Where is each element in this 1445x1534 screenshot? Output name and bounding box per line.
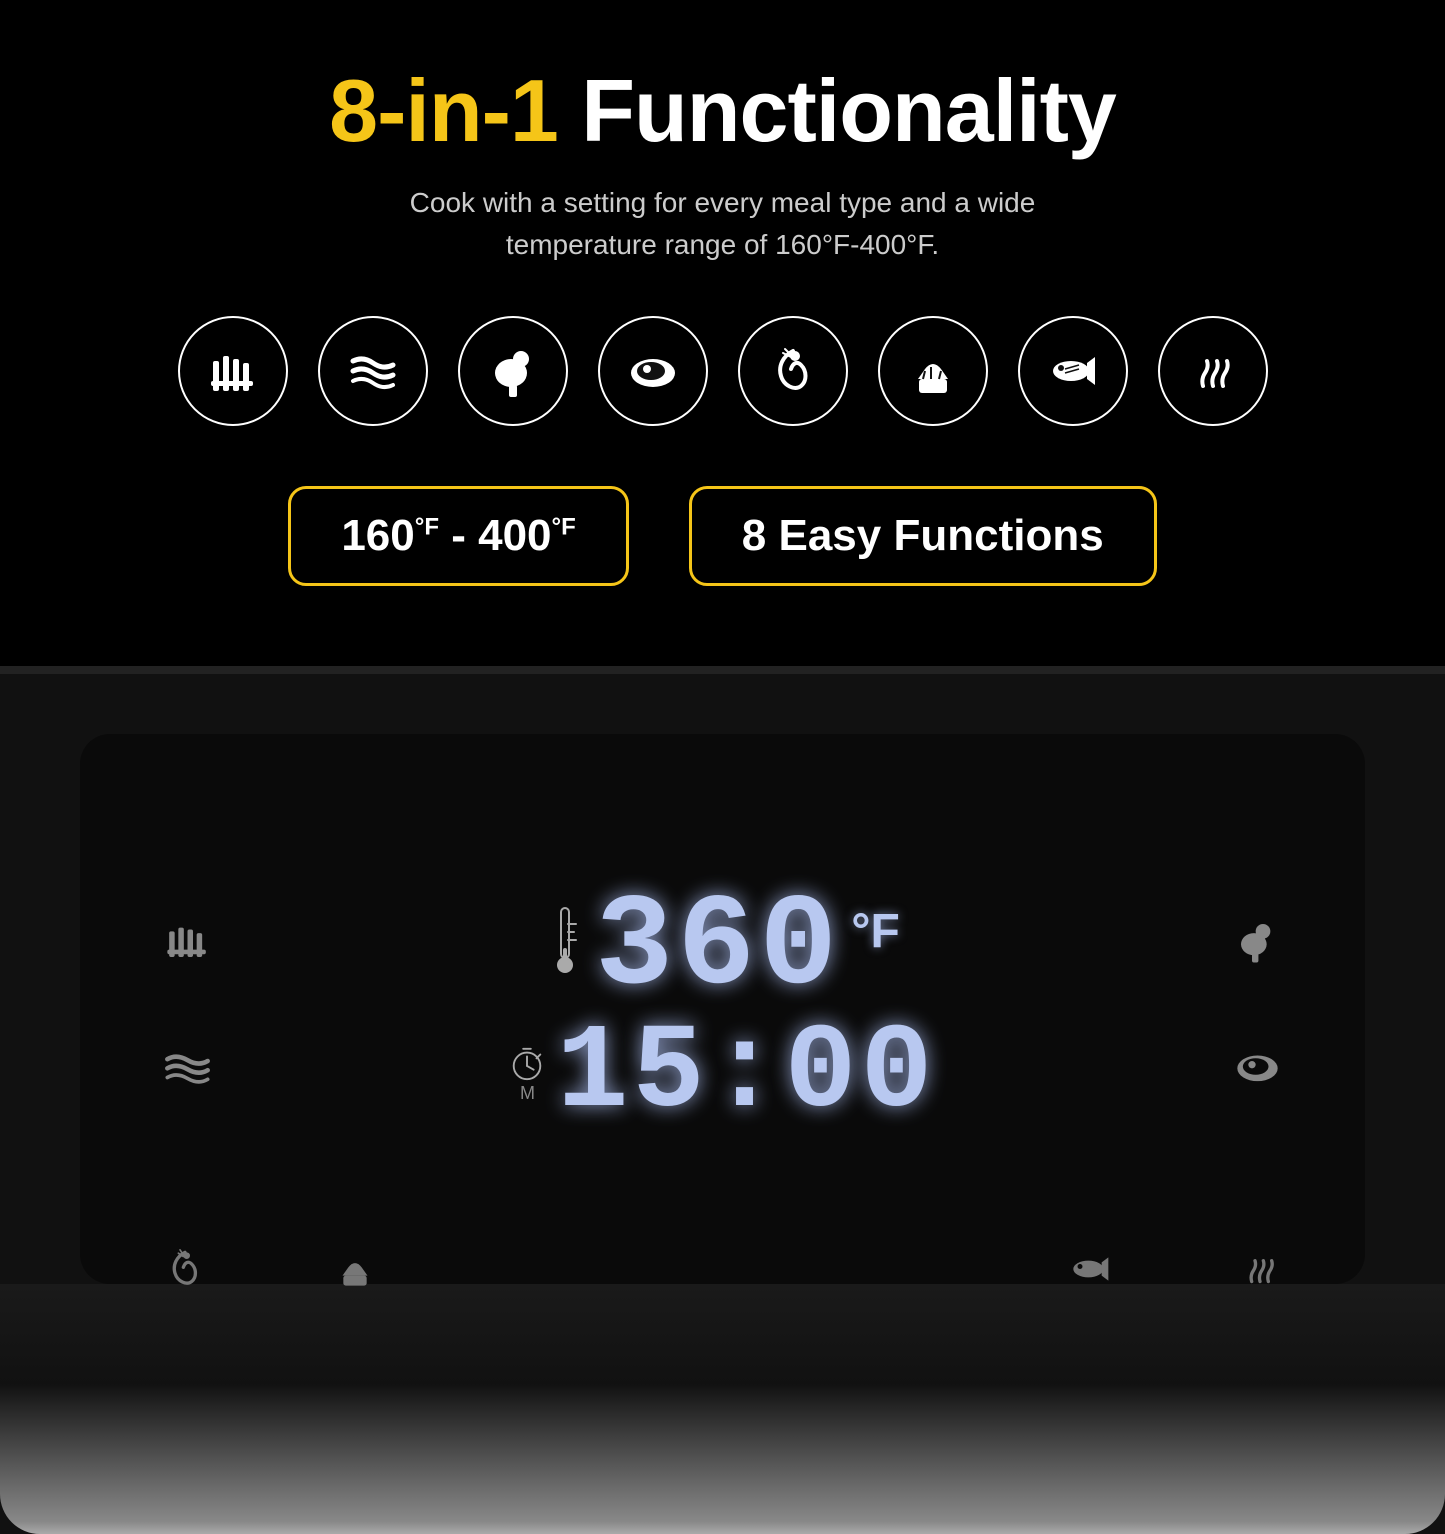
subtitle-text: Cook with a setting for every meal type … bbox=[373, 182, 1073, 266]
function-icons-row bbox=[20, 316, 1425, 426]
icon-chicken bbox=[458, 316, 568, 426]
badges-row: 160°F - 400°F 8 Easy Functions bbox=[20, 486, 1425, 586]
timer-value: 15:00 bbox=[556, 1014, 936, 1134]
icon-fish bbox=[1018, 316, 1128, 426]
ctrl-icon-fries[interactable] bbox=[160, 913, 215, 979]
temp-range-text: 160°F - 400°F bbox=[341, 511, 575, 560]
functions-text: 8 Easy Functions bbox=[742, 511, 1104, 560]
icon-steak bbox=[598, 316, 708, 426]
temperature-unit: °F bbox=[851, 904, 900, 959]
right-icons[interactable] bbox=[1230, 913, 1285, 1105]
icon-steam bbox=[1158, 316, 1268, 426]
ctrl-icon-bacon[interactable] bbox=[160, 1039, 215, 1105]
m-label: M bbox=[520, 1083, 535, 1104]
temperature-value: 360 bbox=[595, 884, 841, 1014]
title-highlight: 8-in-1 bbox=[329, 61, 558, 160]
icon-fries bbox=[178, 316, 288, 426]
ctrl-icon-shrimp[interactable] bbox=[160, 1244, 210, 1305]
section-divider bbox=[0, 666, 1445, 674]
thermometer-display-icon bbox=[545, 903, 585, 995]
display-screen: 360 °F M 15:00 bbox=[473, 884, 973, 1134]
ctrl-icon-steak[interactable] bbox=[1230, 1039, 1285, 1105]
temp-range-badge: 160°F - 400°F bbox=[288, 486, 628, 586]
timer-clock-icon: M bbox=[508, 1045, 546, 1104]
ctrl-icon-fish[interactable] bbox=[1065, 1244, 1115, 1305]
icon-bacon bbox=[318, 316, 428, 426]
temperature-display-row: 360 °F bbox=[473, 884, 973, 1014]
title-rest: Functionality bbox=[558, 61, 1116, 160]
icon-muffin bbox=[878, 316, 988, 426]
ctrl-icon-muffin[interactable] bbox=[330, 1244, 380, 1305]
bottom-section: 360 °F M 15:00 bbox=[0, 674, 1445, 1534]
left-icons[interactable] bbox=[160, 913, 215, 1105]
icon-shrimp bbox=[738, 316, 848, 426]
control-panel: 360 °F M 15:00 bbox=[80, 734, 1365, 1284]
functions-badge: 8 Easy Functions bbox=[689, 486, 1157, 586]
appliance-body bbox=[0, 1284, 1445, 1534]
ctrl-icon-chicken[interactable] bbox=[1230, 913, 1285, 979]
timer-display-row: M 15:00 bbox=[473, 1014, 973, 1134]
center-display: 360 °F M 15:00 bbox=[473, 884, 973, 1134]
top-section: 8-in-1 Functionality Cook with a setting… bbox=[0, 0, 1445, 666]
ctrl-icon-steam[interactable] bbox=[1235, 1244, 1285, 1305]
main-title: 8-in-1 Functionality bbox=[20, 60, 1425, 162]
